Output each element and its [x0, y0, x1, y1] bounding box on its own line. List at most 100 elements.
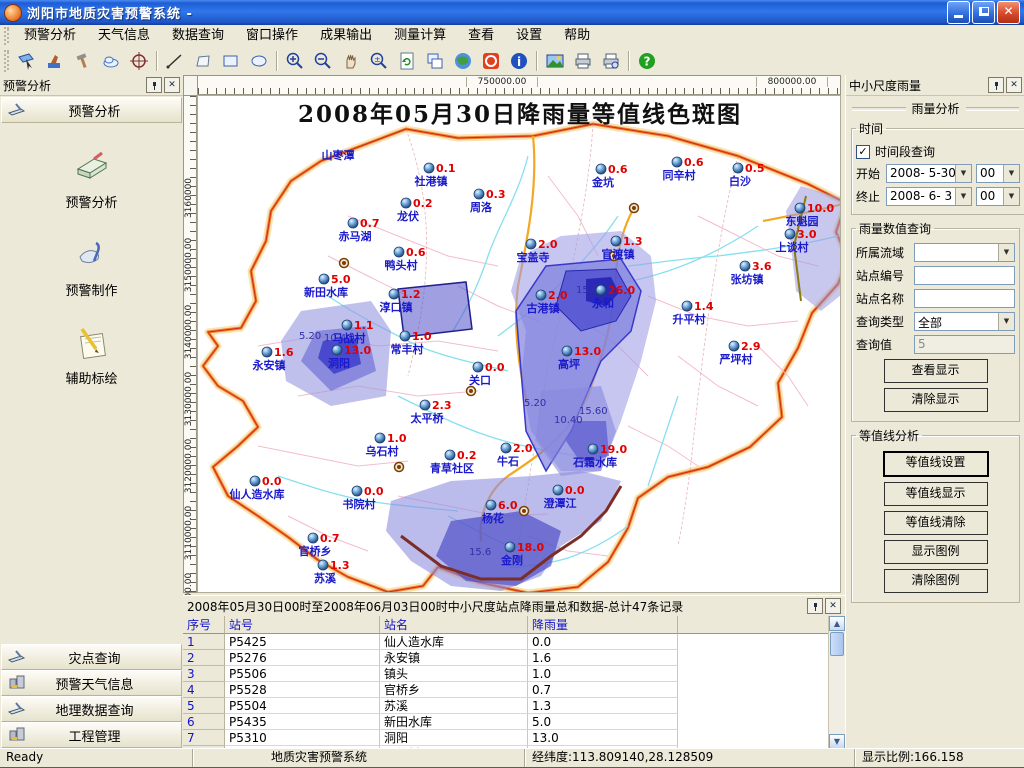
chevron-down-icon: ▼ — [955, 165, 971, 182]
close-icon[interactable]: ✕ — [164, 77, 180, 93]
time-range-checkbox[interactable]: ✓ — [856, 145, 870, 159]
cloud-icon[interactable] — [98, 48, 124, 74]
station-rainfall-value: 2.3 — [432, 399, 452, 412]
menu-settings[interactable]: 设置 — [505, 25, 553, 47]
station-marker-icon — [505, 542, 515, 552]
help-icon[interactable]: ? — [634, 48, 660, 74]
station-marker-icon — [332, 345, 342, 355]
close-icon[interactable]: ✕ — [825, 598, 841, 614]
station-name-label: 青草社区 — [430, 461, 474, 475]
stop-icon[interactable] — [478, 48, 504, 74]
close-icon[interactable]: ✕ — [1006, 77, 1022, 93]
copy-map-icon[interactable] — [422, 48, 448, 74]
table-row[interactable]: 4P5528官桥乡0.7 — [183, 682, 829, 698]
town-icon-dot — [522, 509, 526, 513]
station-rainfall-value: 0.0 — [485, 361, 505, 374]
station-rainfall-value: 0.6 — [684, 156, 704, 169]
station-rainfall-value: 26.0 — [608, 284, 635, 297]
start-hour-select[interactable]: 00▼ — [976, 164, 1020, 183]
station-name-label: 社港镇 — [414, 174, 448, 188]
column-header-rainfall[interactable]: 降雨量 — [528, 616, 678, 634]
draw-polygon-icon[interactable] — [190, 48, 216, 74]
station-name-label: 古港镇 — [527, 301, 560, 315]
basin-select[interactable]: ▼ — [914, 243, 1015, 262]
table-row[interactable]: 7P5310洞阳13.0 — [183, 730, 829, 746]
info-icon[interactable]: i — [506, 48, 532, 74]
query-type-select[interactable]: 全部▼ — [914, 312, 1015, 331]
sidebar-item-warning-weather[interactable]: 预警天气信息 — [1, 670, 182, 696]
station-id-input[interactable] — [914, 266, 1015, 285]
scroll-up-icon[interactable]: ▲ — [829, 616, 845, 631]
globe-icon[interactable] — [450, 48, 476, 74]
hammer-icon[interactable] — [70, 48, 96, 74]
query-value-input[interactable]: 5 — [914, 335, 1015, 354]
print-icon[interactable] — [570, 48, 596, 74]
draw-line-icon[interactable] — [162, 48, 188, 74]
menu-view[interactable]: 查看 — [457, 25, 505, 47]
table-row[interactable]: 2P5276永安镇1.6 — [183, 650, 829, 666]
column-header-index[interactable]: 序号 — [183, 616, 225, 634]
scroll-down-icon[interactable]: ▼ — [829, 734, 845, 749]
draw-rectangle-icon[interactable] — [218, 48, 244, 74]
show-display-button[interactable]: 查看显示 — [884, 359, 988, 383]
sidebar-item-disaster-query[interactable]: 灾点查询 — [1, 644, 182, 670]
map-canvas[interactable]: 5.2010.405.2015.6010.4015.6015.6 山枣潭0.1社… — [197, 95, 841, 593]
clear-legend-button[interactable]: 清除图例 — [884, 569, 988, 593]
menu-warning-analysis[interactable]: 预警分析 — [13, 25, 87, 47]
map-image-icon[interactable] — [542, 48, 568, 74]
table-row[interactable]: 6P5435新田水库5.0 — [183, 714, 829, 730]
clear-display-button[interactable]: 清除显示 — [884, 388, 988, 412]
zoom-window-icon[interactable]: ± — [366, 48, 392, 74]
contour-analysis-label: 等值线分析 — [856, 427, 922, 444]
pin-icon[interactable] — [146, 77, 162, 93]
table-cell: 4 — [183, 682, 225, 698]
menu-window-ops[interactable]: 窗口操作 — [235, 25, 309, 47]
zoom-in-icon[interactable] — [282, 48, 308, 74]
close-button[interactable]: ✕ — [997, 1, 1020, 24]
table-row[interactable]: 5P5504苏溪1.3 — [183, 698, 829, 714]
zoom-out-icon[interactable] — [310, 48, 336, 74]
sidebar-item-geo-data-query[interactable]: 地理数据查询 — [1, 696, 182, 722]
locate-icon[interactable] — [126, 48, 152, 74]
restore-button[interactable] — [972, 1, 995, 24]
scroll-thumb[interactable] — [830, 632, 844, 656]
sidebar-item-project-management[interactable]: 工程管理 — [1, 722, 182, 748]
table-row[interactable]: 3P5506镇头1.0 — [183, 666, 829, 682]
table-row[interactable]: 1P5425仙人造水库0.0 — [183, 634, 829, 650]
column-header-station-id[interactable]: 站号 — [225, 616, 380, 634]
station-name-input[interactable] — [914, 289, 1015, 308]
menu-help[interactable]: 帮助 — [553, 25, 601, 47]
contour-analysis-group: 等值线分析 等值线设置 等值线显示 等值线清除 显示图例 清除图例 — [851, 427, 1020, 603]
column-header-station-name[interactable]: 站名 — [380, 616, 528, 634]
contour-settings-button[interactable]: 等值线设置 — [883, 451, 989, 477]
map-select-icon[interactable] — [14, 48, 40, 74]
pin-icon[interactable] — [807, 598, 823, 614]
table-cell: 1 — [183, 634, 225, 650]
table-scrollbar[interactable]: ▲ ▼ — [828, 616, 845, 749]
contour-clear-button[interactable]: 等值线清除 — [884, 511, 988, 535]
start-date-select[interactable]: 2008- 5-30▼ — [886, 164, 972, 183]
paint-icon[interactable] — [42, 48, 68, 74]
menu-result-output[interactable]: 成果输出 — [309, 25, 383, 47]
end-date-select[interactable]: 2008- 6- 3▼ — [886, 187, 972, 206]
menu-weather-info[interactable]: 天气信息 — [87, 25, 161, 47]
section-header-warning-analysis[interactable]: 预警分析 — [1, 97, 182, 123]
end-hour-select[interactable]: 00▼ — [976, 187, 1020, 206]
pin-icon[interactable] — [988, 77, 1004, 93]
sidebar-item-warning-production[interactable]: 预警制作 — [0, 237, 183, 299]
rainfall-table[interactable]: 序号 站号 站名 降雨量 1P5425仙人造水库0.02P5276永安镇1.63… — [183, 616, 829, 749]
station-rainfall-value: 0.7 — [360, 217, 380, 230]
sidebar-item-aux-plotting[interactable]: 辅助标绘 — [0, 325, 183, 387]
menu-measure-calc[interactable]: 测量计算 — [383, 25, 457, 47]
draw-ellipse-icon[interactable] — [246, 48, 272, 74]
table-cell: 1.3 — [528, 698, 678, 714]
pan-icon[interactable] — [338, 48, 364, 74]
menu-data-query[interactable]: 数据查询 — [161, 25, 235, 47]
print-preview-icon[interactable] — [598, 48, 624, 74]
show-legend-button[interactable]: 显示图例 — [884, 540, 988, 564]
refresh-map-icon[interactable] — [394, 48, 420, 74]
contour-show-button[interactable]: 等值线显示 — [884, 482, 988, 506]
sidebar-item-warning-analysis[interactable]: 预警分析 — [0, 149, 183, 211]
minimize-button[interactable] — [947, 1, 970, 24]
town-icon-dot — [632, 206, 636, 210]
